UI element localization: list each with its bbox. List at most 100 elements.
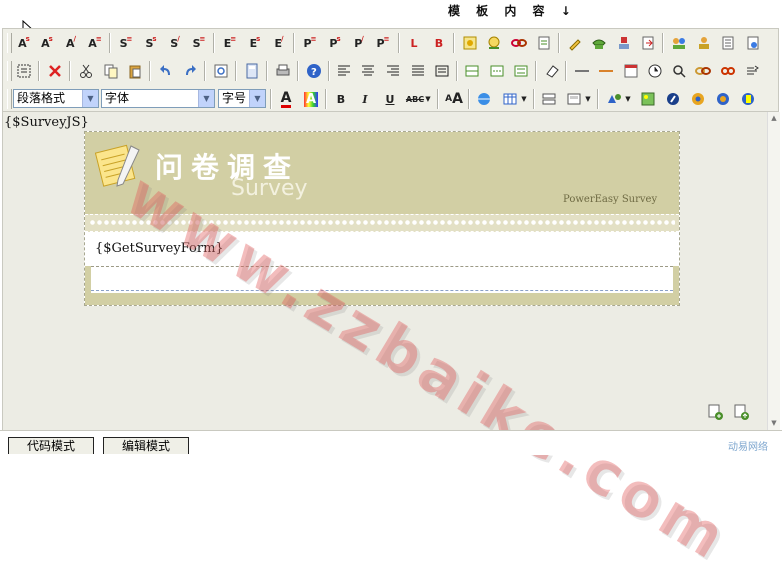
font-size-adjust-icon[interactable]: AA <box>443 88 465 110</box>
select-all-icon[interactable] <box>13 60 35 82</box>
insert-label-b-icon[interactable]: B <box>428 32 450 54</box>
toolbar-grip <box>7 33 12 53</box>
insert-special-icon[interactable] <box>603 88 625 110</box>
upload-doc-icon[interactable] <box>734 404 750 420</box>
font-family-select[interactable]: 字体 ▼ <box>101 89 215 108</box>
insert-table-row-icon[interactable] <box>461 60 483 82</box>
insert-field-a4-icon[interactable]: A ≡ <box>84 32 106 54</box>
delete-icon[interactable] <box>44 60 66 82</box>
insert-object-icon[interactable] <box>483 32 505 54</box>
anchor-icon[interactable] <box>741 60 763 82</box>
phone-icon[interactable] <box>588 32 610 54</box>
insert-quicktime-icon[interactable] <box>737 88 759 110</box>
align-center-icon[interactable] <box>357 60 379 82</box>
user-profile-icon[interactable] <box>693 32 715 54</box>
align-right-icon[interactable] <box>382 60 404 82</box>
insert-form-icon[interactable] <box>510 60 532 82</box>
toolbar-separator <box>213 33 215 53</box>
link-chain-icon[interactable] <box>508 32 530 54</box>
insert-template-icon[interactable] <box>459 32 481 54</box>
insert-flash-icon[interactable] <box>662 88 684 110</box>
svg-text:?: ? <box>311 67 317 78</box>
underline-button[interactable]: U <box>379 88 401 110</box>
insert-label-l-icon[interactable]: L <box>403 32 425 54</box>
insert-field-s3-icon[interactable]: S ∕ <box>164 32 186 54</box>
insert-real-media-icon[interactable] <box>712 88 734 110</box>
survey-block[interactable]: 问卷调查 Survey PowerEasy Survey {$GetSurvey… <box>84 131 680 306</box>
insert-document-icon[interactable] <box>533 32 555 54</box>
insert-doc-icon[interactable] <box>708 404 724 420</box>
unlink-icon[interactable] <box>717 60 739 82</box>
scroll-up-arrow-icon[interactable]: ▲ <box>769 113 779 123</box>
insert-field-e-icon[interactable]: E ≡ <box>219 32 241 54</box>
toolbar-separator <box>558 33 560 53</box>
print-icon[interactable] <box>272 60 294 82</box>
insert-field-s2-icon[interactable]: Ss <box>140 32 162 54</box>
help-icon[interactable]: ? <box>303 60 325 82</box>
chevron-down-icon[interactable]: ▼ <box>519 88 529 110</box>
paste-icon[interactable] <box>124 60 146 82</box>
chevron-down-icon[interactable]: ▼ <box>423 88 433 110</box>
bold-button[interactable]: B <box>330 88 352 110</box>
font-color-icon[interactable]: A <box>275 88 297 110</box>
code-mode-tab[interactable]: 代码模式 <box>8 437 94 454</box>
insert-field-p4-icon[interactable]: P ≡ <box>372 32 394 54</box>
scroll-down-arrow-icon[interactable]: ▼ <box>769 418 779 428</box>
insert-field-a2-icon[interactable]: As <box>36 32 58 54</box>
font-size-value: 字号 <box>222 91 247 105</box>
insert-field-a3-icon[interactable]: A ∕ <box>60 32 82 54</box>
insert-time-icon[interactable] <box>644 60 666 82</box>
survey-js-placeholder: {$SurveyJS} <box>4 115 89 130</box>
vertical-scrollbar[interactable]: ▲ ▼ <box>767 112 780 430</box>
editor-toolbars: As As A ∕ A ≡ S ≡ Ss S ∕ S ≡ E ≡ Es E ∕ P ≡ Ps P… <box>2 28 779 112</box>
toolbar-row-1: As As A ∕ A ≡ S ≡ Ss S ∕ S ≡ E ≡ Es E ∕ P ≡ Ps P… <box>3 29 778 57</box>
insert-field-e3-icon[interactable]: E ∕ <box>268 32 290 54</box>
chevron-down-icon: ▼ <box>249 90 265 107</box>
insert-media-icon[interactable] <box>687 88 709 110</box>
insert-field-s4-icon[interactable]: S ≡ <box>188 32 210 54</box>
chevron-down-icon[interactable]: ▼ <box>623 88 633 110</box>
insert-line-icon[interactable] <box>486 60 508 82</box>
insert-web-link-icon[interactable] <box>473 88 495 110</box>
insert-field-e2-icon[interactable]: Es <box>244 32 266 54</box>
edit-pencil-icon[interactable] <box>564 32 586 54</box>
settings-document-icon[interactable] <box>742 32 764 54</box>
insert-field-s-icon[interactable]: S ≡ <box>115 32 137 54</box>
redo-icon[interactable] <box>179 60 201 82</box>
insert-box-icon[interactable] <box>563 88 585 110</box>
insert-field-p-icon[interactable]: P ≡ <box>299 32 321 54</box>
insert-table-icon[interactable] <box>499 88 521 110</box>
calculator-icon[interactable] <box>241 60 263 82</box>
zoom-dropdown-icon[interactable] <box>668 60 690 82</box>
chevron-down-icon[interactable]: ▼ <box>583 88 593 110</box>
form-layout-icon[interactable] <box>538 88 560 110</box>
eraser-icon[interactable] <box>541 60 563 82</box>
users-group-icon[interactable] <box>668 32 690 54</box>
align-left-icon[interactable] <box>333 60 355 82</box>
block-format-icon[interactable] <box>431 60 453 82</box>
insert-field-p3-icon[interactable]: P ∕ <box>348 32 370 54</box>
horizontal-rule-color-icon[interactable] <box>595 60 617 82</box>
edit-mode-tab[interactable]: 编辑模式 <box>103 437 189 454</box>
toolbar-separator <box>235 61 237 81</box>
copy-icon[interactable] <box>100 60 122 82</box>
font-size-select[interactable]: 字号 ▼ <box>218 89 266 108</box>
highlight-color-icon[interactable]: A <box>300 88 322 110</box>
hyperlink-icon[interactable] <box>692 60 714 82</box>
insert-date-icon[interactable] <box>620 60 642 82</box>
toolbar-separator <box>69 61 71 81</box>
insert-field-a-icon[interactable]: As <box>13 32 35 54</box>
export-icon[interactable] <box>637 32 659 54</box>
insert-field-p2-icon[interactable]: Ps <box>324 32 346 54</box>
italic-button[interactable]: I <box>354 88 376 110</box>
undo-icon[interactable] <box>155 60 177 82</box>
horizontal-rule-icon[interactable] <box>571 60 593 82</box>
paragraph-format-value: 段落格式 <box>17 91 66 105</box>
find-replace-icon[interactable] <box>210 60 232 82</box>
paragraph-format-select[interactable]: 段落格式 ▼ <box>13 89 99 108</box>
align-justify-icon[interactable] <box>407 60 429 82</box>
user-icon[interactable] <box>613 32 635 54</box>
list-document-icon[interactable] <box>717 32 739 54</box>
insert-image-icon[interactable] <box>637 88 659 110</box>
cut-icon[interactable] <box>75 60 97 82</box>
